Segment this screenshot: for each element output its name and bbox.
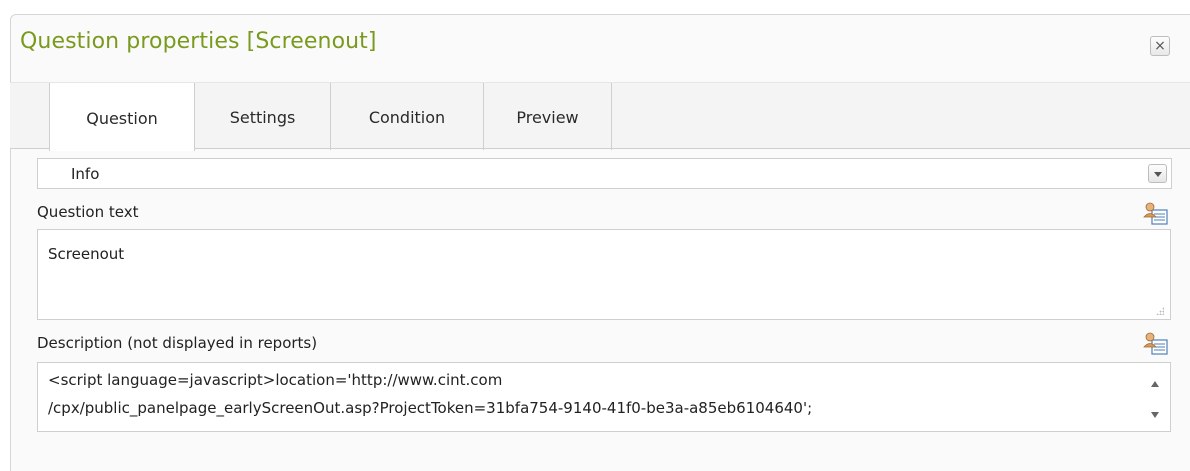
tab-bar: Question Settings Condition Preview (10, 82, 1190, 151)
tab-question[interactable]: Question (49, 83, 195, 151)
description-input[interactable]: <script language=javascript>location='ht… (37, 362, 1171, 432)
scroll-up-icon[interactable] (1151, 381, 1159, 387)
question-type-value: Info (71, 165, 100, 183)
dialog-title: Question properties [Screenout] (20, 29, 377, 54)
description-value: <script language=javascript>location='ht… (48, 366, 812, 422)
text-editor-icon[interactable] (1143, 331, 1169, 357)
question-type-select[interactable]: Info (37, 158, 1172, 189)
description-line-2: /cpx/public_panelpage_earlyScreenOut.asp… (48, 399, 813, 417)
close-icon: × (1154, 38, 1166, 54)
tab-preview[interactable]: Preview (484, 83, 612, 150)
question-text-input[interactable]: Screenout (37, 229, 1171, 320)
question-text-label: Question text (37, 203, 139, 221)
text-editor-icon[interactable] (1143, 201, 1169, 227)
dropdown-arrow-icon[interactable] (1148, 164, 1167, 183)
description-line-1: <script language=javascript>location='ht… (48, 371, 503, 389)
resize-grip-icon[interactable] (1156, 307, 1164, 315)
description-label: Description (not displayed in reports) (37, 334, 318, 352)
tab-settings[interactable]: Settings (195, 83, 331, 150)
tab-condition[interactable]: Condition (331, 83, 484, 150)
scroll-down-icon[interactable] (1151, 412, 1159, 418)
question-text-value: Screenout (48, 245, 125, 263)
close-button[interactable]: × (1150, 36, 1170, 56)
